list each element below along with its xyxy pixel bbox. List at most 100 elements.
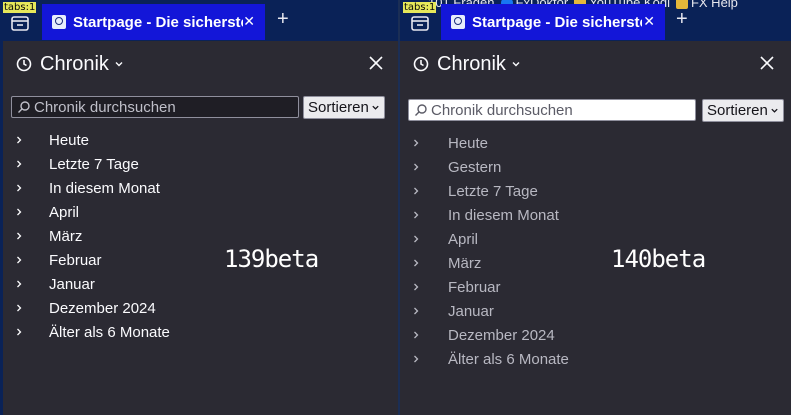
search-icon	[18, 101, 30, 113]
chevron-right-icon	[17, 280, 22, 288]
sidebar-title: Chronik	[437, 52, 506, 75]
history-group[interactable]: Gestern	[400, 155, 791, 179]
tab-overview-icon[interactable]	[9, 13, 31, 33]
history-sidebar: Chronik Sortieren Heute Gestern Letzte 7…	[400, 41, 791, 415]
chevron-right-icon	[17, 256, 22, 264]
history-group[interactable]: Januar	[400, 299, 791, 323]
sort-button[interactable]: Sortieren	[702, 99, 784, 122]
chevron-right-icon	[17, 304, 22, 312]
chevron-right-icon	[414, 163, 419, 171]
history-group-label: Januar	[49, 275, 95, 293]
tab-close-icon[interactable]: ✕	[243, 13, 255, 30]
history-group-label: Älter als 6 Monate	[448, 350, 569, 368]
history-group-label: Februar	[49, 251, 102, 269]
startpage-favicon-icon	[451, 15, 465, 29]
new-tab-button[interactable]: +	[277, 9, 289, 29]
history-group[interactable]: April	[3, 200, 400, 224]
sort-button-label: Sortieren	[308, 99, 369, 116]
new-tab-button[interactable]: +	[676, 9, 688, 29]
right-window-140beta: 101 Fragen FxDoktor YouTube Kodi FX Help…	[400, 0, 791, 415]
history-group-label: Januar	[448, 302, 494, 320]
chevron-right-icon	[414, 139, 419, 147]
active-tab[interactable]: Startpage - Die sicherste ✕	[441, 4, 665, 40]
tab-title: Startpage - Die sicherste	[73, 13, 243, 31]
chevron-down-icon	[771, 108, 778, 113]
history-group-label: Dezember 2024	[448, 326, 555, 344]
chevron-right-icon	[414, 211, 419, 219]
version-annotation: 139beta	[224, 245, 319, 273]
history-group-label: Letzte 7 Tage	[49, 155, 139, 173]
tab-overview-icon[interactable]	[409, 13, 431, 33]
history-group[interactable]: Februar	[3, 248, 400, 272]
close-icon[interactable]	[369, 56, 383, 70]
tab-title: Startpage - Die sicherste	[472, 13, 642, 31]
history-group-label: Heute	[448, 134, 489, 152]
history-group[interactable]: In diesem Monat	[400, 203, 791, 227]
sort-button-label: Sortieren	[707, 102, 768, 119]
chevron-right-icon	[414, 307, 419, 315]
clock-icon	[16, 56, 32, 72]
active-tab[interactable]: Startpage - Die sicherste ✕	[42, 4, 265, 40]
search-input[interactable]	[431, 101, 681, 119]
history-list: Heute Letzte 7 Tage In diesem Monat Apri…	[3, 128, 400, 344]
chevron-right-icon	[414, 187, 419, 195]
search-icon	[415, 104, 427, 116]
chevron-right-icon	[414, 331, 419, 339]
history-group[interactable]: Februar	[400, 275, 791, 299]
sort-button[interactable]: Sortieren	[303, 96, 385, 119]
chevron-right-icon	[414, 355, 419, 363]
history-search-box[interactable]	[11, 96, 299, 118]
history-group[interactable]: März	[3, 224, 400, 248]
search-input[interactable]	[34, 98, 284, 116]
history-search-box[interactable]	[408, 99, 696, 121]
history-group-label: In diesem Monat	[49, 179, 160, 197]
tabs-count-badge: tabs:1	[3, 2, 37, 13]
history-group-label: Letzte 7 Tage	[448, 182, 538, 200]
tab-close-icon[interactable]: ✕	[643, 13, 655, 30]
history-list: Heute Gestern Letzte 7 Tage In diesem Mo…	[400, 131, 791, 371]
history-group[interactable]: In diesem Monat	[3, 176, 400, 200]
history-group-label: In diesem Monat	[448, 206, 559, 224]
history-group-label: Älter als 6 Monate	[49, 323, 170, 341]
history-group-label: März	[448, 254, 482, 272]
bookmark-label: FX Help	[690, 0, 738, 10]
history-group[interactable]: Dezember 2024	[3, 296, 400, 320]
startpage-favicon-icon	[52, 15, 66, 29]
history-group[interactable]: April	[400, 227, 791, 251]
history-group[interactable]: Älter als 6 Monate	[3, 320, 400, 344]
close-icon[interactable]	[760, 56, 774, 70]
left-window-139beta: tabs:1 Startpage - Die sicherste ✕ + Chr…	[0, 0, 400, 415]
history-group-label: Heute	[49, 131, 90, 149]
history-group-label: April	[448, 230, 479, 248]
history-group[interactable]: Dezember 2024	[400, 323, 791, 347]
chevron-right-icon	[17, 208, 22, 216]
history-group-label: Gestern	[448, 158, 502, 176]
history-group[interactable]: Januar	[3, 272, 400, 296]
sidebar-header[interactable]: Chronik	[15, 51, 124, 77]
history-group[interactable]: März	[400, 251, 791, 275]
chevron-right-icon	[17, 328, 22, 336]
history-sidebar: Chronik Sortieren Heute Letzte 7 Tage In…	[0, 41, 400, 415]
history-group-label: Februar	[448, 278, 501, 296]
sidebar-title: Chronik	[40, 52, 109, 75]
chevron-down-icon	[115, 62, 123, 67]
history-group-label: April	[49, 203, 80, 221]
history-group[interactable]: Letzte 7 Tage	[3, 152, 400, 176]
chevron-right-icon	[414, 259, 419, 267]
version-annotation: 140beta	[611, 245, 706, 273]
chevron-right-icon	[414, 283, 419, 291]
history-group-label: Dezember 2024	[49, 299, 156, 317]
chevron-right-icon	[17, 136, 22, 144]
clock-icon	[413, 56, 429, 72]
history-group[interactable]: Älter als 6 Monate	[400, 347, 791, 371]
tab-bar: 101 Fragen FxDoktor YouTube Kodi FX Help…	[400, 0, 791, 41]
chevron-down-icon	[372, 105, 379, 110]
tabs-count-badge: tabs:1	[403, 2, 437, 13]
chevron-down-icon	[512, 62, 520, 67]
sidebar-header[interactable]: Chronik	[412, 51, 521, 77]
chevron-right-icon	[17, 232, 22, 240]
history-group[interactable]: Letzte 7 Tage	[400, 179, 791, 203]
chevron-right-icon	[17, 160, 22, 168]
history-group[interactable]: Heute	[400, 131, 791, 155]
history-group[interactable]: Heute	[3, 128, 400, 152]
